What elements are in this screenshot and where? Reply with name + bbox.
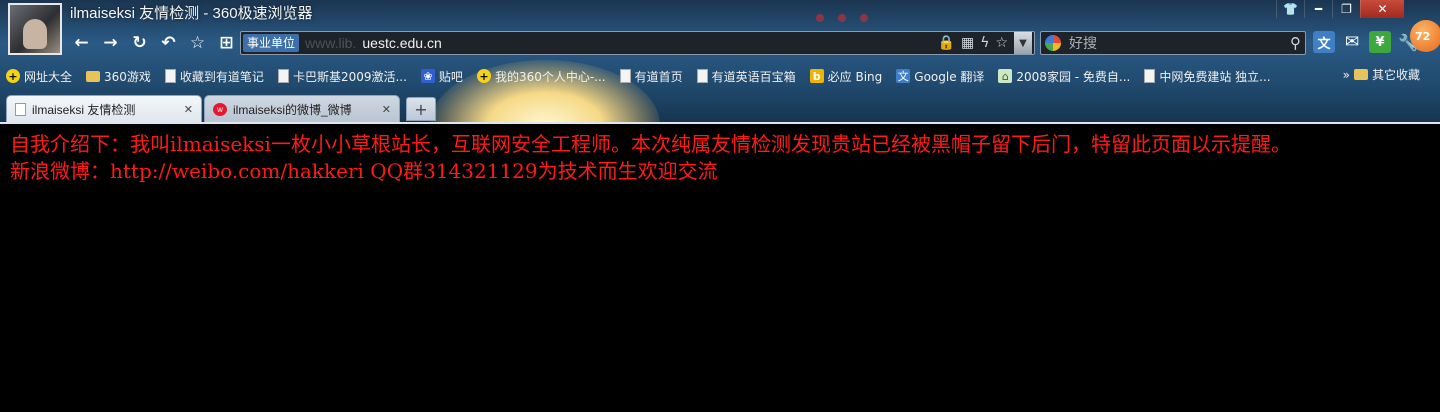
intro-message: 自我介绍下：我叫ilmaiseksi一枚小小草根站长，互联网安全工程师。本次纯属…: [10, 132, 1291, 156]
forward-icon[interactable]: →: [97, 32, 124, 54]
folder-icon: [1353, 69, 1368, 80]
restore-icon[interactable]: ❐: [1332, 0, 1360, 18]
url-text[interactable]: uestc.edu.cn: [362, 35, 441, 51]
bookmark-item[interactable]: 文 Google 翻译: [896, 68, 984, 85]
bookmark-item[interactable]: 有道英语百宝箱: [696, 68, 796, 85]
window-title: ilmaiseksi 友情检测 - 360极速浏览器: [70, 5, 313, 22]
plus-icon: +: [476, 69, 491, 83]
avatar-face: [23, 19, 47, 49]
close-tab-icon[interactable]: ✕: [184, 103, 193, 116]
page-icon: [1144, 69, 1156, 83]
star-icon[interactable]: ☆: [184, 32, 211, 54]
close-tab-icon[interactable]: ✕: [382, 103, 391, 116]
tab-strip: ilmaiseksi 友情检测 ✕ w ilmaiseksi的微博_微博 ✕ +: [0, 93, 1440, 123]
refresh-icon[interactable]: ↻: [126, 32, 153, 54]
page-icon: [696, 69, 708, 83]
minimize-icon[interactable]: ━: [1304, 0, 1332, 18]
window-controls: 👕 ━ ❐ ✕: [1276, 0, 1404, 18]
back-icon[interactable]: ←: [68, 32, 95, 54]
url-ghost-text: www.lib.: [305, 35, 357, 51]
browser-chrome: ilmaiseksi 友情检测 - 360极速浏览器 👕 ━ ❐ ✕ 72 ← …: [0, 0, 1440, 124]
weibo-icon: w: [213, 103, 227, 116]
bookmark-item[interactable]: 有道首页: [619, 68, 683, 85]
page-icon: [15, 103, 26, 116]
close-icon[interactable]: ✕: [1360, 0, 1404, 18]
translate-icon: 文: [896, 69, 911, 83]
translate-icon[interactable]: 文: [1313, 31, 1335, 53]
qr-code-icon[interactable]: ▦: [961, 35, 974, 51]
user-avatar[interactable]: [8, 3, 62, 55]
search-placeholder[interactable]: 好搜: [1069, 33, 1097, 53]
address-bar[interactable]: 事业单位 www.lib. uestc.edu.cn 🔒 ▦ ϟ ☆ ▼: [240, 31, 1035, 55]
contact-message: 新浪微博：http://weibo.com/hakkeri QQ群3143211…: [10, 159, 718, 183]
favorite-star-icon[interactable]: ☆: [995, 35, 1008, 51]
bookmark-item[interactable]: b 必应 Bing: [809, 68, 882, 85]
search-icon[interactable]: ⚲: [1290, 34, 1301, 52]
bookmark-item[interactable]: + 我的360个人中心-...: [476, 68, 606, 85]
wrench-icon[interactable]: 🔧: [1397, 31, 1419, 53]
page-icon: [619, 69, 631, 83]
house-icon: ⌂: [998, 69, 1013, 83]
folder-icon: [86, 70, 101, 82]
money-icon[interactable]: ¥: [1369, 31, 1391, 53]
page-content: 自我介绍下：我叫ilmaiseksi一枚小小草根站长，互联网安全工程师。本次纯属…: [0, 124, 1440, 412]
navigation-buttons: ← → ↻ ↶ ☆ ⊞: [68, 32, 240, 54]
site-zone-label: 事业单位: [243, 34, 300, 52]
bookmark-item[interactable]: ❀ 贴吧: [420, 68, 463, 85]
new-tab-button[interactable]: +: [406, 97, 436, 121]
toolbar-icons: 文 ✉ ¥ 🔧: [1313, 31, 1419, 53]
tab-friendly-check[interactable]: ilmaiseksi 友情检测 ✕: [6, 95, 202, 123]
tab-label: ilmaiseksi 友情检测: [32, 103, 136, 117]
address-bar-icons: 🔒 ▦ ϟ ☆ ▼: [938, 32, 1034, 54]
lightning-icon[interactable]: ϟ: [980, 35, 989, 51]
page-icon: [277, 69, 289, 83]
bookmark-item[interactable]: 中网免费建站 独立...: [1144, 68, 1271, 85]
tab-weibo[interactable]: w ilmaiseksi的微博_微博 ✕: [204, 95, 400, 123]
bookmark-item[interactable]: ⌂ 2008家园 - 免费自...: [998, 68, 1130, 85]
search-box[interactable]: 好搜 ⚲: [1040, 31, 1306, 55]
page-icon: [164, 69, 176, 83]
mail-icon[interactable]: ✉: [1341, 31, 1363, 53]
undo-icon[interactable]: ↶: [155, 32, 182, 54]
bookmark-item[interactable]: 收藏到有道笔记: [164, 68, 264, 85]
bookmarks-bar: + 网址大全 360游戏 收藏到有道笔记 卡巴斯基2009激活... ❀ 贴吧 + 我…: [0, 64, 1440, 88]
skin-shirt-icon[interactable]: 👕: [1276, 0, 1304, 18]
other-bookmarks-folder[interactable]: 其它收藏: [1353, 66, 1420, 83]
tab-label: ilmaiseksi的微博_微博: [233, 103, 352, 117]
search-engine-icon[interactable]: [1045, 35, 1061, 51]
wallpaper-dots: [816, 14, 868, 22]
bookmark-item[interactable]: 360游戏: [86, 68, 151, 85]
lock-icon[interactable]: 🔒: [938, 35, 955, 51]
plus-icon: +: [6, 69, 20, 83]
bookmarks-more-button[interactable]: »: [1343, 68, 1350, 82]
bookmark-item[interactable]: 卡巴斯基2009激活...: [277, 68, 407, 85]
paw-icon: ❀: [420, 69, 435, 83]
address-dropdown-icon[interactable]: ▼: [1014, 32, 1032, 54]
bing-icon: b: [809, 69, 824, 83]
apps-icon[interactable]: ⊞: [213, 32, 240, 54]
bookmark-item[interactable]: + 网址大全: [6, 68, 72, 85]
